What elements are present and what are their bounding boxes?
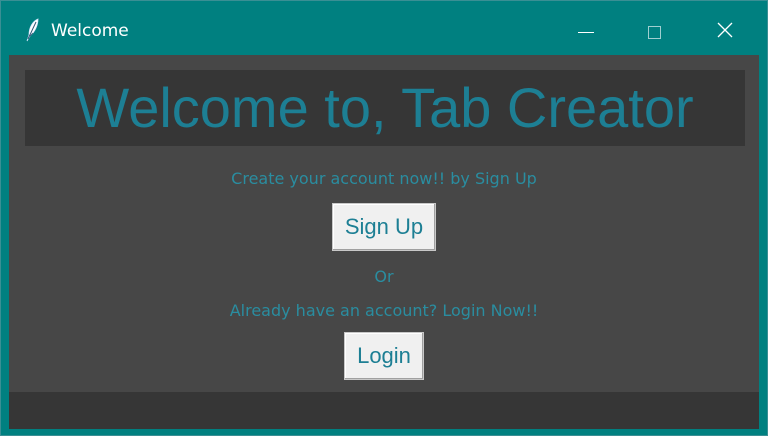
login-prompt: Already have an account? Login Now!! [229, 301, 539, 320]
close-icon [717, 22, 733, 43]
app-window: Welcome Welcome to, Tab Creator Create y… [0, 0, 768, 436]
signup-button[interactable]: Sign Up [332, 203, 436, 251]
maximize-icon [647, 25, 661, 39]
login-button[interactable]: Login [344, 332, 424, 380]
or-label: Or [374, 267, 394, 286]
signup-prompt: Create your account now!! by Sign Up [231, 169, 537, 188]
bottom-bar [9, 392, 759, 429]
minimize-icon [578, 31, 594, 33]
feather-icon [23, 17, 41, 43]
window-content: Welcome to, Tab Creator Create your acco… [9, 55, 759, 429]
welcome-banner: Welcome to, Tab Creator [25, 70, 745, 146]
page-title: Welcome to, Tab Creator [76, 76, 694, 139]
minimize-button[interactable] [563, 9, 609, 55]
window-title: Welcome [51, 21, 129, 41]
close-button[interactable] [702, 9, 748, 55]
title-bar[interactable]: Welcome [1, 1, 767, 55]
maximize-button[interactable] [631, 9, 677, 55]
